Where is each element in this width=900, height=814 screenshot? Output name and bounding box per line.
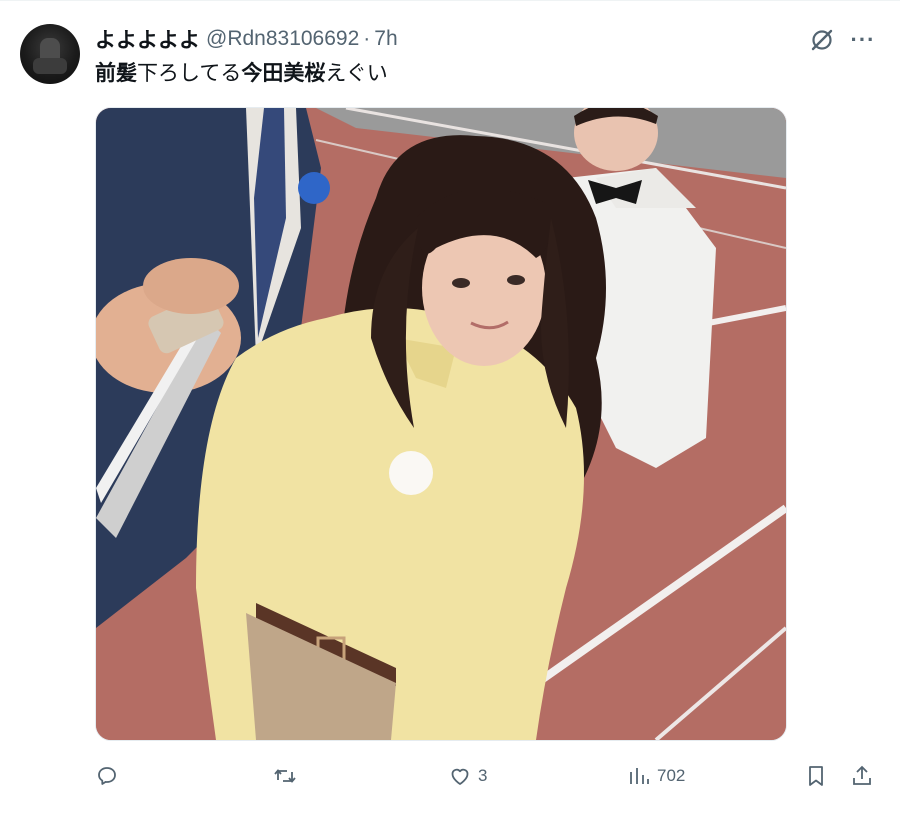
heart-icon	[451, 768, 469, 785]
grok-icon[interactable]	[808, 26, 836, 54]
avatar[interactable]	[20, 24, 80, 84]
tweet-actions: 3 702	[95, 760, 885, 792]
display-name[interactable]: よよよよよ	[95, 24, 200, 54]
tweet-text-segment: 前髪	[95, 62, 137, 85]
avatar-figure-base	[33, 58, 67, 74]
tweet-header: よよよよよ @Rdn83106692 · 7h	[95, 26, 398, 52]
like-count: 3	[478, 766, 488, 785]
more-options-button[interactable]: ···	[847, 26, 879, 54]
tweet-photo[interactable]	[95, 107, 787, 741]
repost-icon	[274, 769, 296, 783]
top-divider	[0, 0, 900, 1]
tweet-text-segment: えぐい	[325, 62, 388, 85]
timestamp[interactable]: 7h	[374, 27, 397, 51]
like-button[interactable]: 3	[448, 760, 487, 792]
tweet-text-segment: 今田美桜	[241, 62, 326, 85]
tweet-text-segment: 下ろしてる	[137, 62, 242, 85]
repost-button[interactable]	[273, 760, 303, 792]
user-handle[interactable]: @Rdn83106692	[206, 27, 359, 51]
more-icon: ···	[850, 27, 876, 52]
bookmark-button[interactable]	[804, 760, 828, 792]
reply-button[interactable]	[95, 760, 125, 792]
reply-icon	[98, 767, 116, 785]
tweet-text: 前髪下ろしてる今田美桜えぐい	[95, 60, 388, 88]
header-separator: ·	[363, 27, 371, 50]
share-button[interactable]	[850, 760, 874, 792]
views-count: 702	[657, 766, 686, 785]
bookmark-icon	[809, 766, 823, 786]
share-icon	[853, 765, 871, 785]
views-button[interactable]: 702	[627, 760, 685, 792]
views-icon	[630, 768, 649, 784]
